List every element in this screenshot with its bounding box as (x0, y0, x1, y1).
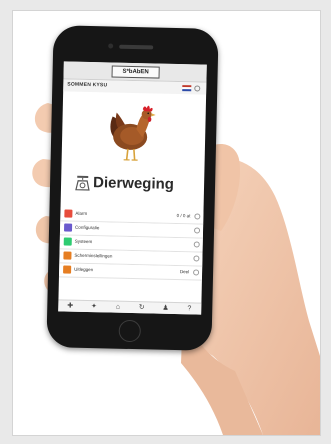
menu-item-label: Systeem (74, 238, 93, 245)
photo-frame: S*bAbEN SOMMEN KYSU Dierweging Alarm 0 /… (12, 10, 321, 436)
menu-item-uitleggen[interactable]: Uitleggen Deel (58, 263, 203, 281)
smartphone: S*bAbEN SOMMEN KYSU Dierweging Alarm 0 /… (46, 25, 219, 351)
bottom-toolbar: ✚ ✦ ⌂ ↻ ♟ ? (58, 299, 202, 315)
menu-item-label: Alarm (75, 210, 88, 216)
menu-item-label: Uitleggen (74, 266, 94, 273)
chevron-right-icon (194, 213, 201, 220)
user-icon[interactable]: ♟ (159, 303, 171, 315)
info-icon[interactable] (194, 85, 201, 92)
add-icon[interactable]: ✚ (64, 300, 76, 312)
flag-icon[interactable] (182, 85, 192, 92)
sub-header-title: SOMMEN KYSU (67, 81, 108, 89)
menu-item-value: 0 / 0 at (176, 213, 191, 219)
app-logo: S*bAbEN (111, 65, 160, 79)
chevron-right-icon (193, 227, 201, 234)
config-icon (63, 223, 73, 232)
display-icon (63, 251, 72, 260)
camera-icon (108, 43, 114, 49)
refresh-icon[interactable]: ↻ (136, 302, 148, 314)
tools-icon[interactable]: ✦ (88, 301, 100, 313)
phone-screen: S*bAbEN SOMMEN KYSU Dierweging Alarm 0 /… (58, 61, 207, 315)
help-icon[interactable]: ? (183, 303, 195, 314)
home-button (118, 319, 142, 343)
speaker-grill (119, 44, 154, 50)
sub-header: SOMMEN KYSU (63, 79, 207, 95)
menu-item-label: Scherminstellingen (74, 252, 113, 259)
alarm-icon (64, 209, 73, 218)
page-title-row: Dierweging (61, 171, 205, 198)
chevron-right-icon (193, 269, 200, 276)
menu-list: Alarm 0 / 0 at Configuratie Systeem Sche… (58, 207, 204, 281)
hen-icon (110, 105, 156, 161)
menu-item-label: Configuratie (75, 224, 100, 231)
page-title: Dierweging (92, 174, 175, 193)
menu-item-value: Deel (179, 269, 190, 275)
export-icon (63, 265, 72, 274)
home-icon[interactable]: ⌂ (112, 302, 124, 314)
scale-icon (75, 175, 90, 191)
system-icon (63, 237, 72, 246)
chevron-right-icon (193, 255, 200, 262)
chevron-right-icon (193, 241, 200, 248)
